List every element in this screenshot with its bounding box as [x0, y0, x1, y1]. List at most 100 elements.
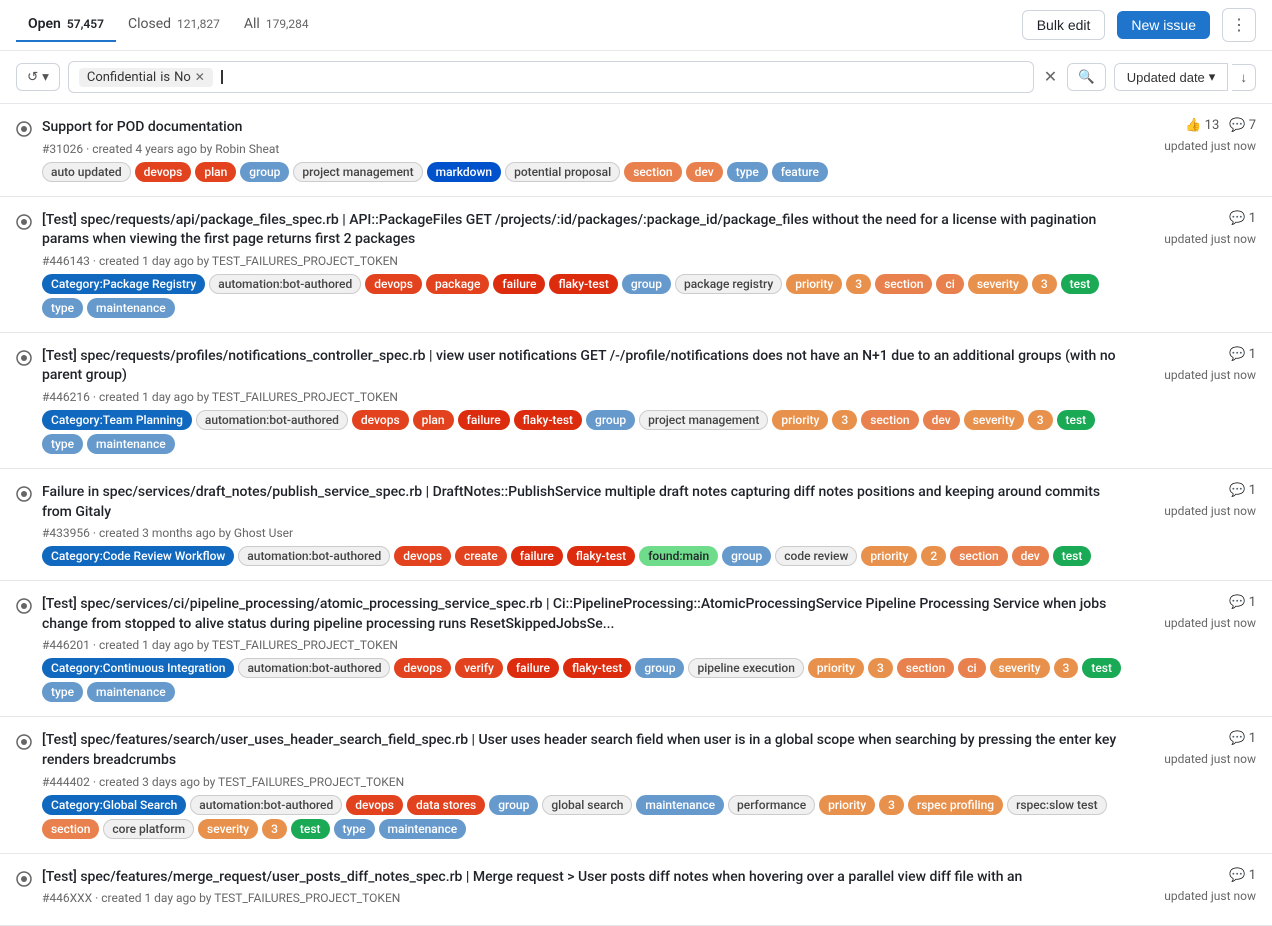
- tab-open[interactable]: Open 57,457: [16, 8, 116, 42]
- label[interactable]: group: [622, 274, 671, 294]
- label[interactable]: maintenance: [87, 298, 175, 318]
- reaction[interactable]: 💬 1: [1229, 483, 1256, 498]
- reaction[interactable]: 💬 1: [1229, 347, 1256, 362]
- label[interactable]: ci: [958, 658, 985, 678]
- reaction[interactable]: 💬 1: [1229, 731, 1256, 746]
- label[interactable]: dev: [1012, 546, 1049, 566]
- label[interactable]: section: [42, 819, 99, 839]
- label[interactable]: package: [426, 274, 489, 294]
- label[interactable]: Category:Continuous Integration: [42, 658, 234, 678]
- label[interactable]: flaky-test: [514, 410, 582, 430]
- label[interactable]: auto updated: [42, 162, 131, 182]
- label[interactable]: plan: [413, 410, 454, 430]
- label[interactable]: Category:Global Search: [42, 795, 186, 815]
- label[interactable]: maintenance: [379, 819, 467, 839]
- label[interactable]: priority: [772, 410, 828, 430]
- label[interactable]: plan: [195, 162, 236, 182]
- label[interactable]: type: [727, 162, 768, 182]
- label[interactable]: test: [1053, 546, 1092, 566]
- label[interactable]: failure: [458, 410, 510, 430]
- reaction[interactable]: 💬 1: [1229, 211, 1256, 226]
- label[interactable]: devops: [394, 546, 451, 566]
- label[interactable]: 3: [1028, 410, 1053, 430]
- label[interactable]: failure: [511, 546, 563, 566]
- label[interactable]: test: [1061, 274, 1100, 294]
- label[interactable]: type: [42, 434, 83, 454]
- label[interactable]: devops: [135, 162, 192, 182]
- label[interactable]: automation:bot-authored: [196, 410, 348, 430]
- filter-search-button[interactable]: 🔍: [1067, 63, 1106, 91]
- label[interactable]: section: [861, 410, 918, 430]
- label[interactable]: rspec:slow test: [1007, 795, 1107, 815]
- label[interactable]: code review: [775, 546, 857, 566]
- label[interactable]: priority: [861, 546, 917, 566]
- label[interactable]: rspec profiling: [908, 795, 1003, 815]
- sort-order-button[interactable]: ↓: [1232, 64, 1256, 91]
- label[interactable]: group: [586, 410, 635, 430]
- sort-button[interactable]: Updated date ▾: [1114, 63, 1229, 91]
- more-options-button[interactable]: ⋮: [1222, 8, 1256, 42]
- filter-clear-button[interactable]: ✕: [1042, 65, 1059, 89]
- filter-remove-icon[interactable]: ✕: [195, 70, 205, 84]
- label[interactable]: severity: [968, 274, 1028, 294]
- label[interactable]: project management: [293, 162, 422, 182]
- label[interactable]: priority: [819, 795, 875, 815]
- label[interactable]: flaky-test: [567, 546, 635, 566]
- label[interactable]: markdown: [427, 162, 501, 182]
- label[interactable]: automation:bot-authored: [209, 274, 361, 294]
- label[interactable]: 3: [1054, 658, 1079, 678]
- label[interactable]: potential proposal: [505, 162, 620, 182]
- label[interactable]: maintenance: [87, 434, 175, 454]
- label[interactable]: maintenance: [636, 795, 724, 815]
- label[interactable]: automation:bot-authored: [190, 795, 342, 815]
- label[interactable]: automation:bot-authored: [238, 658, 390, 678]
- label[interactable]: devops: [365, 274, 422, 294]
- label[interactable]: flaky-test: [549, 274, 617, 294]
- label[interactable]: Category:Team Planning: [42, 410, 192, 430]
- label[interactable]: found:main: [639, 546, 718, 566]
- bulk-edit-button[interactable]: Bulk edit: [1022, 10, 1106, 40]
- label[interactable]: failure: [507, 658, 559, 678]
- label[interactable]: pipeline execution: [688, 658, 803, 678]
- label[interactable]: 3: [846, 274, 871, 294]
- label[interactable]: performance: [728, 795, 815, 815]
- issue-title[interactable]: Support for POD documentation: [42, 118, 1126, 138]
- filter-history-button[interactable]: ↺ ▾: [16, 63, 60, 91]
- issue-title[interactable]: [Test] spec/features/search/user_uses_he…: [42, 731, 1126, 770]
- label[interactable]: devops: [394, 658, 451, 678]
- label[interactable]: dev: [923, 410, 960, 430]
- new-issue-button[interactable]: New issue: [1117, 11, 1210, 39]
- label[interactable]: 3: [879, 795, 904, 815]
- label[interactable]: 2: [921, 546, 946, 566]
- issue-title[interactable]: [Test] spec/features/merge_request/user_…: [42, 868, 1126, 888]
- reaction[interactable]: 👍 13: [1185, 118, 1219, 133]
- reaction[interactable]: 💬 1: [1229, 868, 1256, 883]
- filter-search-input[interactable]: [231, 69, 1023, 85]
- filter-input-area[interactable]: Confidential is No ✕: [68, 61, 1034, 93]
- label[interactable]: type: [42, 298, 83, 318]
- label[interactable]: test: [1057, 410, 1096, 430]
- label[interactable]: type: [42, 682, 83, 702]
- label[interactable]: section: [897, 658, 954, 678]
- reaction[interactable]: 💬 1: [1229, 595, 1256, 610]
- issue-title[interactable]: Failure in spec/services/draft_notes/pub…: [42, 483, 1126, 522]
- tab-closed[interactable]: Closed 121,827: [116, 8, 232, 42]
- label[interactable]: test: [291, 819, 330, 839]
- label[interactable]: severity: [964, 410, 1024, 430]
- label[interactable]: section: [624, 162, 681, 182]
- label[interactable]: Category:Package Registry: [42, 274, 205, 294]
- label[interactable]: devops: [352, 410, 409, 430]
- label[interactable]: severity: [990, 658, 1050, 678]
- label[interactable]: 3: [262, 819, 287, 839]
- label[interactable]: test: [1082, 658, 1121, 678]
- label[interactable]: section: [950, 546, 1007, 566]
- label[interactable]: group: [240, 162, 289, 182]
- label[interactable]: feature: [772, 162, 828, 182]
- issue-title[interactable]: [Test] spec/services/ci/pipeline_process…: [42, 595, 1126, 634]
- label[interactable]: type: [334, 819, 375, 839]
- label[interactable]: dev: [686, 162, 723, 182]
- label[interactable]: priority: [808, 658, 864, 678]
- label[interactable]: 3: [832, 410, 857, 430]
- tab-all[interactable]: All 179,284: [232, 8, 321, 42]
- label[interactable]: 3: [1032, 274, 1057, 294]
